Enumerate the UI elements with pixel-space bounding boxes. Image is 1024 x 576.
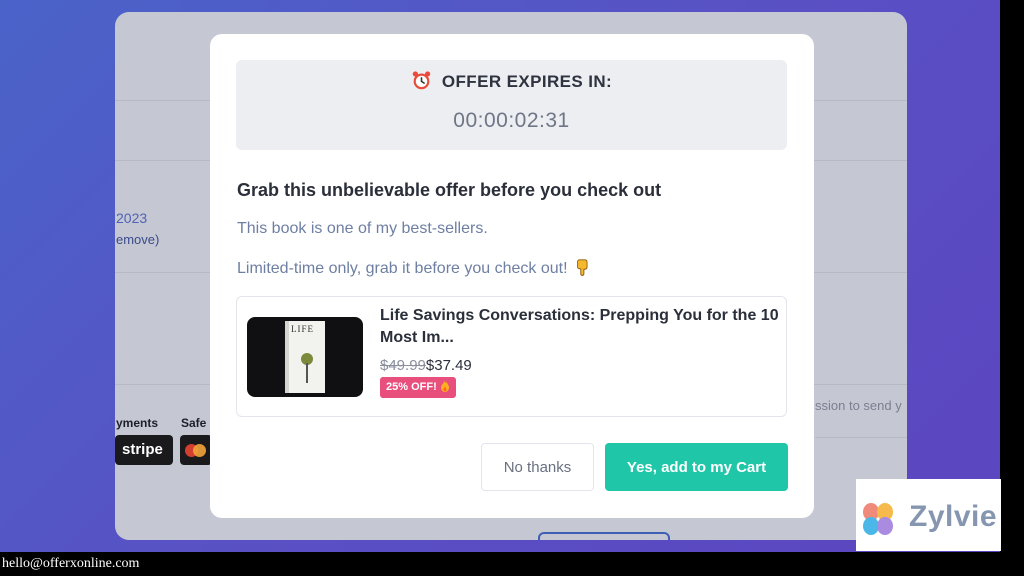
stripe-logo: stripe [115, 435, 173, 465]
app-stage: 2023 emove) yments Safe stripe ssion to … [0, 0, 1000, 552]
offer-description-2-row: Limited-time only, grab it before you ch… [237, 258, 592, 278]
offer-timer-label: OFFER EXPIRES IN: [441, 72, 613, 91]
product-thumbnail: LIFE [247, 317, 363, 397]
background-date-link[interactable]: 2023 [116, 210, 147, 226]
background-remove-link[interactable]: emove) [116, 232, 159, 247]
fire-icon [440, 380, 449, 392]
pointing-down-hand-icon [576, 259, 588, 276]
background-safe-label: Safe [181, 416, 207, 430]
mastercard-icon [180, 435, 212, 465]
zylvie-logo-text: Zylvie [909, 500, 998, 533]
offer-description-2: Limited-time only, grab it before you ch… [237, 260, 568, 277]
original-price: $49.99 [380, 357, 426, 374]
offer-heading: Grab this unbelievable offer before you … [237, 180, 662, 200]
offer-timer-label-row: OFFER EXPIRES IN: [236, 70, 787, 92]
background-payments-label: yments [116, 416, 159, 430]
offer-description-1: This book is one of my best-sellers. [237, 220, 488, 237]
offer-product-card: LIFE Life Savings Conversations: Preppin… [236, 296, 787, 417]
book-cover-image: LIFE [285, 321, 325, 393]
add-to-cart-button[interactable]: Yes, add to my Cart [605, 443, 788, 491]
product-title: Life Savings Conversations: Prepping You… [380, 307, 779, 346]
discount-badge: 25% OFF! [380, 377, 456, 398]
no-thanks-button[interactable]: No thanks [481, 443, 594, 491]
sale-price: $37.49 [425, 357, 472, 374]
price-row: $49.99$37.49 [380, 357, 472, 374]
background-button[interactable] [538, 532, 670, 540]
zylvie-watermark: Zylvie [856, 479, 1001, 551]
discount-badge-text: 25% OFF! [386, 381, 437, 393]
divider [815, 437, 907, 438]
footer-email: hello@offerxonline.com [2, 556, 140, 571]
offer-timer-box: OFFER EXPIRES IN: 00:00:02:31 [236, 60, 787, 150]
countdown-value: 00:00:02:31 [453, 109, 570, 132]
zylvie-logo-icon [863, 503, 893, 535]
background-permission-text: ssion to send y [815, 398, 902, 413]
upsell-offer-modal: OFFER EXPIRES IN: 00:00:02:31 Grab this … [210, 34, 814, 518]
alarm-clock-icon [412, 71, 431, 90]
